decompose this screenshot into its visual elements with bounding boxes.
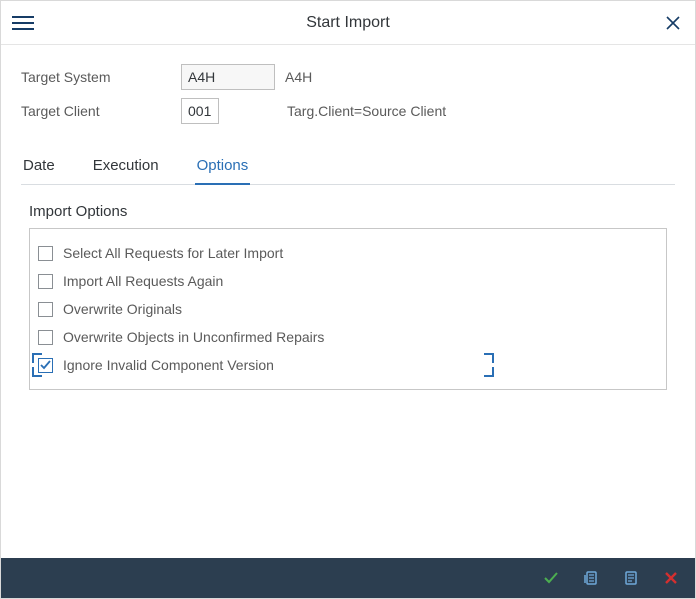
target-client-description: Targ.Client=Source Client xyxy=(287,103,446,119)
option-label: Select All Requests for Later Import xyxy=(63,245,283,261)
checkbox-overwrite-originals[interactable] xyxy=(38,302,53,317)
transport-list-icon xyxy=(583,570,599,586)
check-icon xyxy=(543,570,559,586)
checkbox-overwrite-unconfirmed[interactable] xyxy=(38,330,53,345)
dialog-window: Start Import Target System A4H Target Cl… xyxy=(0,0,696,599)
option-row: Select All Requests for Later Import xyxy=(38,239,658,267)
dialog-content: Target System A4H Target Client Targ.Cli… xyxy=(1,45,695,558)
target-client-label: Target Client xyxy=(21,103,181,119)
target-system-label: Target System xyxy=(21,69,181,85)
target-system-description: A4H xyxy=(285,69,312,85)
transport-doc-button[interactable] xyxy=(621,568,641,588)
option-label: Overwrite Objects in Unconfirmed Repairs xyxy=(63,329,324,345)
focus-bracket xyxy=(32,353,42,363)
footer-toolbar xyxy=(1,558,695,598)
tab-date[interactable]: Date xyxy=(21,151,57,184)
tab-options[interactable]: Options xyxy=(195,151,251,184)
titlebar: Start Import xyxy=(1,1,695,45)
option-row: Overwrite Originals xyxy=(38,295,658,323)
option-label: Overwrite Originals xyxy=(63,301,182,317)
tab-execution[interactable]: Execution xyxy=(91,151,161,184)
transport-doc-icon xyxy=(623,570,639,586)
focus-bracket xyxy=(484,367,494,377)
tab-strip: Date Execution Options xyxy=(21,151,675,185)
option-row: Import All Requests Again xyxy=(38,267,658,295)
target-client-row: Target Client Targ.Client=Source Client xyxy=(21,97,675,125)
focus-bracket xyxy=(484,353,494,363)
option-row: Ignore Invalid Component Version xyxy=(38,351,658,379)
cancel-button[interactable] xyxy=(661,568,681,588)
checkbox-import-all-again[interactable] xyxy=(38,274,53,289)
option-row: Overwrite Objects in Unconfirmed Repairs xyxy=(38,323,658,351)
focus-bracket xyxy=(32,367,42,377)
import-options-heading: Import Options xyxy=(29,203,675,220)
checkbox-select-all-requests[interactable] xyxy=(38,246,53,261)
option-label: Import All Requests Again xyxy=(63,273,223,289)
transport-list-button[interactable] xyxy=(581,568,601,588)
cancel-icon xyxy=(664,571,678,585)
dialog-title: Start Import xyxy=(37,14,659,32)
option-label: Ignore Invalid Component Version xyxy=(63,357,274,373)
target-system-input[interactable] xyxy=(181,64,275,90)
import-options-group: Select All Requests for Later Import Imp… xyxy=(29,228,667,390)
target-system-row: Target System A4H xyxy=(21,63,675,91)
close-button[interactable] xyxy=(659,9,687,37)
menu-icon[interactable] xyxy=(9,9,37,37)
confirm-button[interactable] xyxy=(541,568,561,588)
target-client-input[interactable] xyxy=(181,98,219,124)
